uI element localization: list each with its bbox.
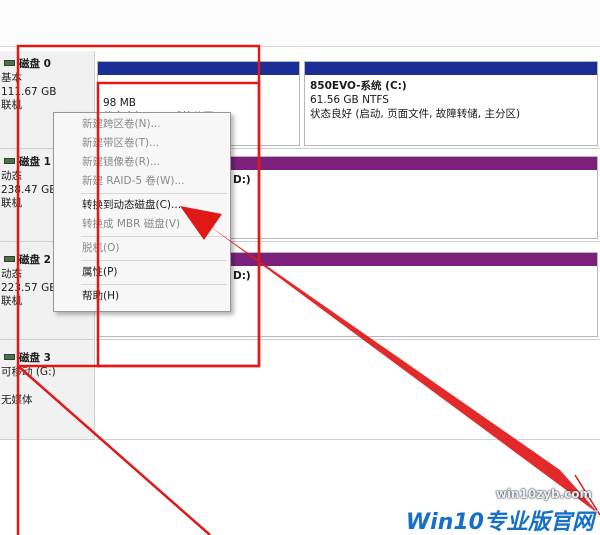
partition-title: 850EVO-系统 (C:) xyxy=(310,80,407,92)
volume-list-area xyxy=(0,0,600,47)
menu-item-new-striped-volume[interactable]: 新建带区卷(T)... xyxy=(54,134,230,153)
menu-item-convert-to-mbr[interactable]: 转换成 MBR 磁盘(V) xyxy=(54,215,230,234)
disk-icon xyxy=(4,158,15,164)
disk-name: 磁盘 2 xyxy=(19,253,51,266)
disk-status: 无媒体 xyxy=(1,393,33,406)
menu-separator xyxy=(81,284,227,285)
disk-size: 111.67 GB xyxy=(1,85,57,98)
watermark-brand: Win10专业版官网 xyxy=(405,510,594,535)
menu-item-properties[interactable]: 属性(P) xyxy=(54,263,230,282)
menu-item-offline[interactable]: 脱机(O) xyxy=(54,239,230,258)
disk-name: 磁盘 3 xyxy=(19,351,51,364)
watermark-url: win10zyb.com xyxy=(495,487,592,501)
disk-icon xyxy=(4,354,15,360)
partition-stripe xyxy=(305,62,597,75)
menu-separator xyxy=(81,193,227,194)
menu-item-new-spanned-volume[interactable]: 新建跨区卷(N)... xyxy=(54,115,230,134)
disk-icon xyxy=(4,256,15,262)
disk-type: 可移动 (G:) xyxy=(1,366,56,378)
menu-item-convert-to-dynamic[interactable]: 转换到动态磁盘(C)... xyxy=(54,196,230,215)
disk-context-menu: 新建跨区卷(N)... 新建带区卷(T)... 新建镜像卷(R)... 新建 R… xyxy=(53,112,231,312)
partition-stripe xyxy=(98,62,299,75)
partition-c[interactable]: 850EVO-系统 (C:) 61.56 GB NTFS 状态良好 (启动, 页… xyxy=(304,61,598,146)
disk-management-view: 磁盘 0 基本 111.67 GB 联机 98 MB 状态良好 (EFI 系统分… xyxy=(0,0,600,535)
partition-size: 61.56 GB NTFS xyxy=(310,94,389,106)
disk-type: 基本 xyxy=(1,72,22,84)
disk-icon xyxy=(4,60,15,66)
partition-status: 状态良好 (启动, 页面文件, 故障转储, 主分区) xyxy=(310,108,521,120)
menu-item-help[interactable]: 帮助(H) xyxy=(54,287,230,306)
partition-size: 98 MB xyxy=(103,97,136,109)
menu-separator xyxy=(81,260,227,261)
menu-separator xyxy=(81,236,227,237)
disk-3-label[interactable]: 磁盘 3 可移动 (G:) 无媒体 xyxy=(0,340,95,440)
disk-status: 联机 xyxy=(1,99,22,111)
menu-item-new-mirrored-volume[interactable]: 新建镜像卷(R)... xyxy=(54,153,230,172)
disk-name: 磁盘 1 xyxy=(19,155,51,168)
disk-name: 磁盘 0 xyxy=(19,57,51,70)
menu-item-new-raid5-volume[interactable]: 新建 RAID-5 卷(W)... xyxy=(54,172,230,191)
disk-3-partitions xyxy=(96,340,600,440)
